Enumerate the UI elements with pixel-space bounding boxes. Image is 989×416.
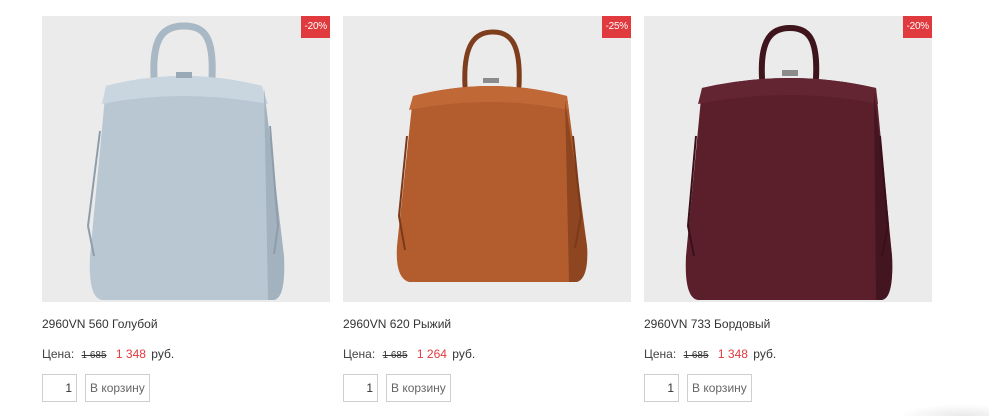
product-image[interactable]: -20% bbox=[42, 16, 330, 302]
discount-badge: -20% bbox=[903, 16, 932, 38]
price-label: Цена: bbox=[343, 347, 376, 361]
product-title[interactable]: 2960VN 620 Рыжий bbox=[343, 316, 631, 332]
cart-row: В корзину bbox=[644, 374, 932, 402]
new-price: 1 348 bbox=[717, 347, 748, 361]
product-title[interactable]: 2960VN 733 Бордовый bbox=[644, 316, 932, 332]
currency: руб. bbox=[753, 347, 777, 361]
price-row: Цена: 1 685 1 264 руб. bbox=[343, 346, 631, 362]
backpack-image bbox=[86, 22, 285, 300]
old-price: 1 685 bbox=[382, 350, 408, 361]
price-row: Цена: 1 685 1 348 руб. bbox=[42, 346, 330, 362]
quantity-input[interactable] bbox=[644, 374, 679, 402]
cart-row: В корзину bbox=[42, 374, 330, 402]
price-row: Цена: 1 685 1 348 руб. bbox=[644, 346, 932, 362]
product-card: -25% 2960VN 620 Рыжий Цена: 1 685 1 264 … bbox=[343, 16, 631, 402]
backpack-image bbox=[396, 29, 588, 282]
product-image[interactable]: -25% bbox=[343, 16, 631, 302]
old-price: 1 685 bbox=[81, 350, 107, 361]
currency: руб. bbox=[452, 347, 476, 361]
cart-row: В корзину bbox=[343, 374, 631, 402]
price-label: Цена: bbox=[644, 347, 677, 361]
add-to-cart-button[interactable]: В корзину bbox=[85, 374, 150, 402]
backpack-image bbox=[685, 24, 893, 300]
product-title[interactable]: 2960VN 560 Голубой bbox=[42, 316, 330, 332]
quantity-input[interactable] bbox=[343, 374, 378, 402]
add-to-cart-button[interactable]: В корзину bbox=[687, 374, 752, 402]
new-price: 1 348 bbox=[115, 347, 146, 361]
corner-shadow bbox=[899, 404, 989, 416]
old-price: 1 685 bbox=[683, 350, 709, 361]
discount-badge: -20% bbox=[301, 16, 330, 38]
add-to-cart-button[interactable]: В корзину bbox=[386, 374, 451, 402]
product-card: -20% 2960VN 560 Голубой Цена: 1 685 1 34… bbox=[42, 16, 330, 402]
new-price: 1 264 bbox=[416, 347, 447, 361]
currency: руб. bbox=[151, 347, 175, 361]
discount-badge: -25% bbox=[602, 16, 631, 38]
price-label: Цена: bbox=[42, 347, 75, 361]
product-card: -20% 2960VN 733 Бордовый Цена: 1 685 1 3… bbox=[644, 16, 932, 402]
product-image[interactable]: -20% bbox=[644, 16, 932, 302]
quantity-input[interactable] bbox=[42, 374, 77, 402]
